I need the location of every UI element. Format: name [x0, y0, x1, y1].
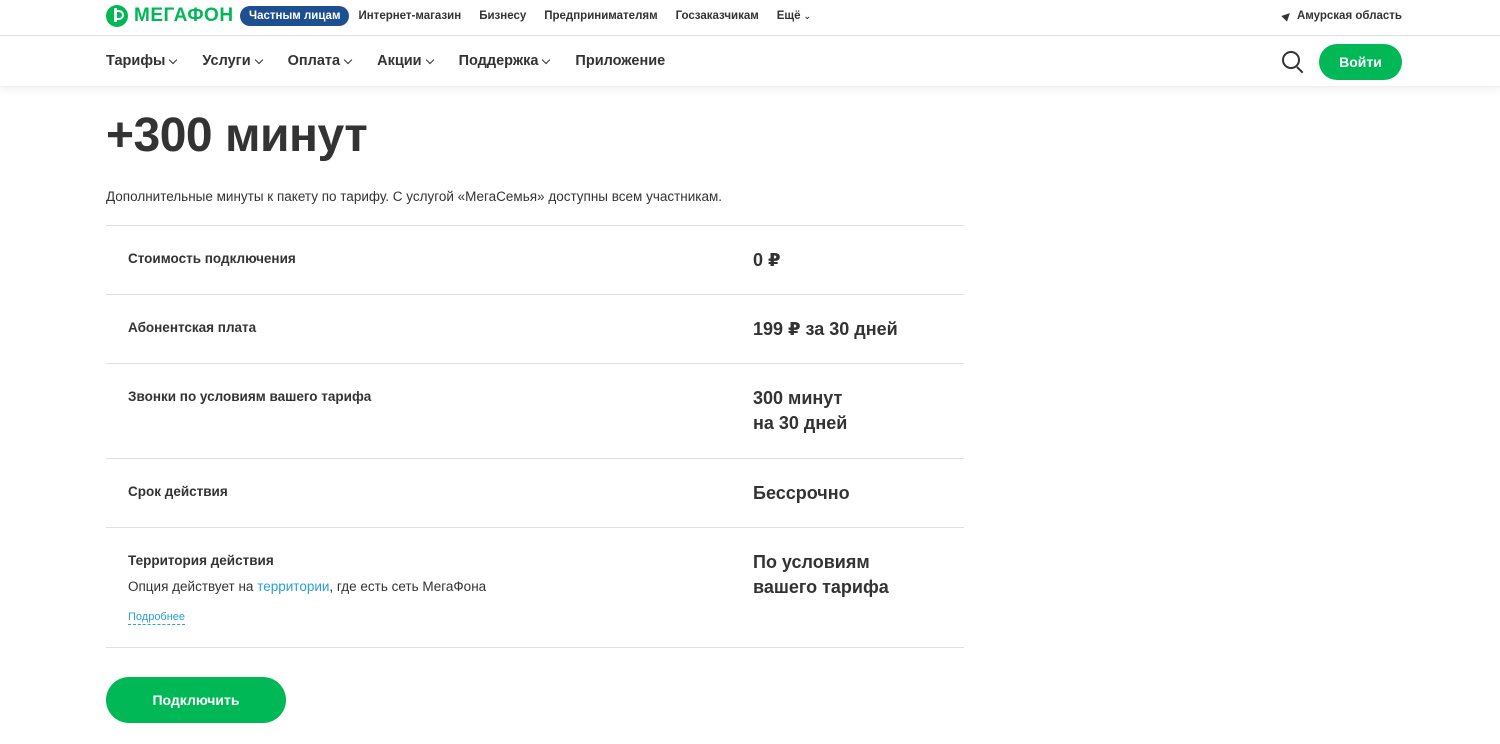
segment-online-store[interactable]: Интернет-магазин — [349, 6, 470, 26]
territory-link[interactable]: территории — [257, 579, 329, 594]
param-value: По условиям вашего тарифа — [753, 550, 889, 600]
chevron-down-icon — [343, 55, 353, 64]
search-icon-handle — [1296, 66, 1304, 74]
megafon-logo-icon — [106, 5, 128, 27]
chevron-down-icon — [542, 55, 551, 64]
param-value-line: вашего тарифа — [753, 577, 889, 597]
nav-item-label: Оплата — [287, 53, 341, 69]
nav-item-label: Услуги — [202, 53, 251, 69]
territory-note: Опция действует на территории, где есть … — [128, 579, 486, 594]
param-label: Стоимость подключения — [128, 251, 296, 266]
nav-item-promotions[interactable]: Акции — [377, 53, 434, 69]
chevron-down-icon — [425, 55, 434, 64]
param-label: Абонентская плата — [128, 320, 257, 335]
nav-item-support[interactable]: Поддержка — [458, 53, 551, 69]
segment-government[interactable]: Госзаказчикам — [667, 6, 768, 26]
nav-item-payment[interactable]: Оплата — [287, 53, 353, 69]
segment-more-label: Ещё — [776, 10, 801, 22]
login-button[interactable]: Войти — [1319, 44, 1402, 80]
service-description: Дополнительные минуты к пакету по тарифу… — [106, 189, 723, 204]
segment-entrepreneurs[interactable]: Предпринимателям — [535, 6, 666, 26]
service-params-table: Стоимость подключения 0 ₽ Абонентская пл… — [106, 225, 964, 648]
top-bar: МегаФон Частным лицам Интернет-магазин Б… — [0, 0, 1500, 36]
param-value: 199 ₽ за 30 дней — [753, 319, 898, 339]
region-selector[interactable]: Амурская область — [1281, 10, 1402, 22]
territory-note-text: , где есть сеть МегаФона — [329, 579, 487, 594]
nav-item-label: Приложение — [575, 53, 666, 69]
nav-item-app[interactable]: Приложение — [575, 53, 665, 69]
param-row-validity: Срок действия Бессрочно — [106, 459, 964, 528]
param-value-line: По условиям — [753, 552, 870, 572]
param-row-connection-cost: Стоимость подключения 0 ₽ — [106, 226, 964, 295]
main-menu: Тарифы Услуги Оплата Акции Поддержка При… — [106, 53, 665, 69]
param-label: Звонки по условиям вашего тарифа — [128, 389, 372, 404]
param-label: Территория действия — [128, 553, 274, 568]
chevron-down-icon — [169, 55, 178, 64]
chevron-down-icon — [254, 55, 263, 64]
segment-more[interactable]: Ещё ⌄ — [768, 6, 820, 26]
nav-item-tariffs[interactable]: Тарифы — [106, 53, 178, 69]
audience-segments: Частным лицам Интернет-магазин Бизнесу П… — [240, 6, 820, 26]
megafon-logo[interactable]: МегаФон — [106, 5, 234, 27]
param-value: 300 минут на 30 дней — [753, 386, 847, 436]
nav-item-label: Поддержка — [458, 53, 539, 69]
param-value: 0 ₽ — [753, 250, 781, 270]
more-details-link[interactable]: Подробнее — [128, 611, 186, 625]
param-value-line: на 30 дней — [753, 413, 848, 433]
nav-item-services[interactable]: Услуги — [202, 53, 263, 69]
nav-item-label: Тарифы — [106, 53, 166, 69]
territory-note-text: Опция действует на — [128, 579, 258, 594]
search-icon[interactable] — [1282, 51, 1304, 74]
page-title: +300 минут — [106, 109, 368, 162]
param-value-line: 300 минут — [753, 388, 843, 408]
segment-business[interactable]: Бизнесу — [470, 6, 535, 26]
connect-button[interactable]: Подключить — [106, 677, 286, 723]
param-row-territory: Территория действия Опция действует на т… — [106, 528, 964, 648]
param-row-subscription-fee: Абонентская плата 199 ₽ за 30 дней — [106, 295, 964, 364]
main-nav: Тарифы Услуги Оплата Акции Поддержка При… — [0, 37, 1500, 87]
region-label: Амурская область — [1296, 10, 1402, 22]
param-label: Срок действия — [128, 484, 228, 499]
logo-text: МегаФон — [134, 5, 234, 26]
chevron-down-icon: ⌄ — [803, 11, 812, 21]
segment-private[interactable]: Частным лицам — [240, 6, 350, 26]
param-value: Бессрочно — [753, 483, 850, 503]
nav-item-label: Акции — [377, 53, 422, 69]
param-row-calls: Звонки по условиям вашего тарифа 300 мин… — [106, 364, 964, 459]
location-arrow-icon — [1281, 10, 1293, 22]
